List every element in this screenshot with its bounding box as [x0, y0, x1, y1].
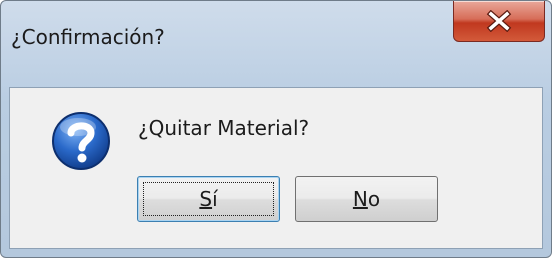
question-icon — [50, 110, 112, 172]
title-bar[interactable]: ¿Confirmación? — [1, 1, 551, 87]
confirmation-message: ¿Quitar Material? — [138, 116, 310, 140]
yes-button-label: í — [212, 187, 218, 211]
dialog-body: ¿Quitar Material? Sí No — [9, 87, 543, 249]
no-button-mnemonic: N — [352, 187, 368, 211]
close-button[interactable] — [453, 1, 545, 42]
dialog-window: ¿Confirmación? ¿Quitar Material? S í N o — [0, 0, 552, 258]
no-button-label: o — [367, 187, 381, 211]
no-button[interactable]: No — [295, 176, 438, 222]
yes-button-mnemonic: S — [199, 187, 213, 211]
dialog-title: ¿Confirmación? — [11, 25, 165, 49]
yes-button[interactable]: Sí — [137, 176, 280, 222]
close-icon — [486, 10, 512, 32]
